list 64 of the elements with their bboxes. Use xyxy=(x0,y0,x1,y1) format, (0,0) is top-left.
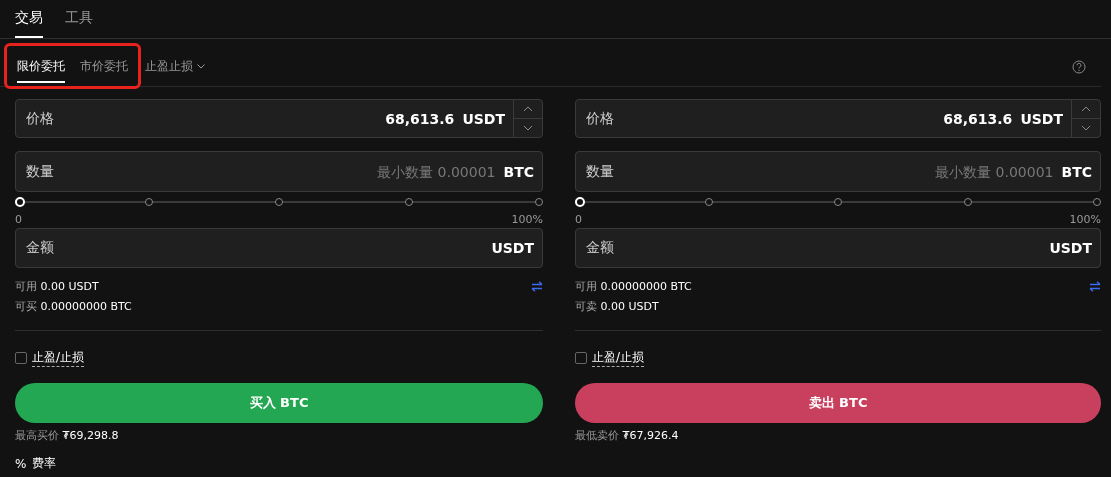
amount-field[interactable]: 金额 USDT xyxy=(15,228,543,268)
slider-step-dot[interactable] xyxy=(834,198,842,206)
chevron-down-icon xyxy=(197,63,205,69)
unit-label: USDT xyxy=(1020,110,1064,127)
price-input[interactable]: 68,613.6 xyxy=(614,110,1021,127)
amount-field[interactable]: 金额 USDT xyxy=(575,228,1101,268)
slider-step-dot[interactable] xyxy=(1093,198,1101,206)
price-input[interactable]: 68,613.6 xyxy=(54,110,463,127)
quantity-field[interactable]: 数量 最小数量 0.00001 BTC xyxy=(15,151,543,192)
main-tab[interactable]: 工具 xyxy=(65,0,93,38)
available-balance: 可用 0.00 USDT xyxy=(15,279,100,295)
main-tab[interactable]: 交易 xyxy=(15,0,43,38)
order-type-dropdown[interactable]: 止盈止损 xyxy=(145,48,205,86)
max-trade-amount: 可买 0.00000000 BTC xyxy=(15,299,132,315)
unit-label: BTC xyxy=(503,163,535,180)
sell-button[interactable]: 卖出 BTC xyxy=(575,383,1101,423)
chevron-up-icon xyxy=(523,106,533,112)
available-balance: 可用 0.00000000 BTC xyxy=(575,279,692,295)
slider-step-dot[interactable] xyxy=(275,198,283,206)
chevron-up-icon xyxy=(1081,106,1091,112)
slider-step-dot[interactable] xyxy=(145,198,153,206)
quantity-slider[interactable] xyxy=(575,197,1101,207)
max-trade-amount: 可卖 0.00 USDT xyxy=(575,299,660,315)
chevron-down-icon xyxy=(523,125,533,131)
fee-label[interactable]: 费率 xyxy=(32,455,57,472)
slider-min-label: 0 xyxy=(575,213,582,226)
field-label: 金额 xyxy=(585,239,614,257)
checkbox-label[interactable]: 止盈/止损 xyxy=(32,349,85,367)
field-label: 数量 xyxy=(585,162,614,181)
unit-label: BTC xyxy=(1061,163,1093,180)
order-type-tab[interactable]: 市价委托 xyxy=(80,51,128,83)
quantity-field[interactable]: 数量 最小数量 0.00001 BTC xyxy=(575,151,1101,192)
checkbox[interactable] xyxy=(575,352,587,364)
slider-thumb[interactable] xyxy=(15,197,25,207)
help-icon[interactable] xyxy=(1072,60,1086,74)
quantity-slider[interactable] xyxy=(15,197,543,207)
slider-max-label: 100% xyxy=(1069,213,1101,226)
quantity-input[interactable]: 最小数量 0.00001 xyxy=(54,163,504,180)
price-field[interactable]: 价格 68,613.6 USDT xyxy=(575,99,1101,138)
best-price: 最低卖价 ₮67,926.4 xyxy=(575,428,680,443)
order-type-tab[interactable]: 限价委托 xyxy=(17,51,65,83)
quantity-input[interactable]: 最小数量 0.00001 xyxy=(614,163,1062,180)
slider-step-dot[interactable] xyxy=(963,198,972,206)
field-label: 价格 xyxy=(585,109,614,128)
best-price: 最高买价 ₮69,298.8 xyxy=(15,428,120,443)
price-field[interactable]: 价格 68,613.6 USDT xyxy=(15,99,543,138)
chevron-down-icon xyxy=(1081,125,1091,131)
transfer-icon[interactable] xyxy=(531,281,543,292)
slider-max-label: 100% xyxy=(511,213,543,226)
field-label: 金额 xyxy=(25,239,54,257)
transfer-icon[interactable] xyxy=(1089,281,1101,292)
fee-icon: % xyxy=(15,456,27,471)
checkbox[interactable] xyxy=(15,352,27,364)
unit-label: USDT xyxy=(462,110,506,127)
slider-step-dot[interactable] xyxy=(704,198,713,206)
slider-min-label: 0 xyxy=(15,213,22,226)
unit-label: USDT xyxy=(1049,240,1093,256)
field-label: 价格 xyxy=(25,109,54,128)
slider-thumb[interactable] xyxy=(575,197,585,207)
unit-label: USDT xyxy=(491,240,535,256)
slider-step-dot[interactable] xyxy=(405,198,413,206)
checkbox-label[interactable]: 止盈/止损 xyxy=(592,349,645,367)
slider-step-dot[interactable] xyxy=(535,198,543,206)
field-label: 数量 xyxy=(25,162,54,181)
